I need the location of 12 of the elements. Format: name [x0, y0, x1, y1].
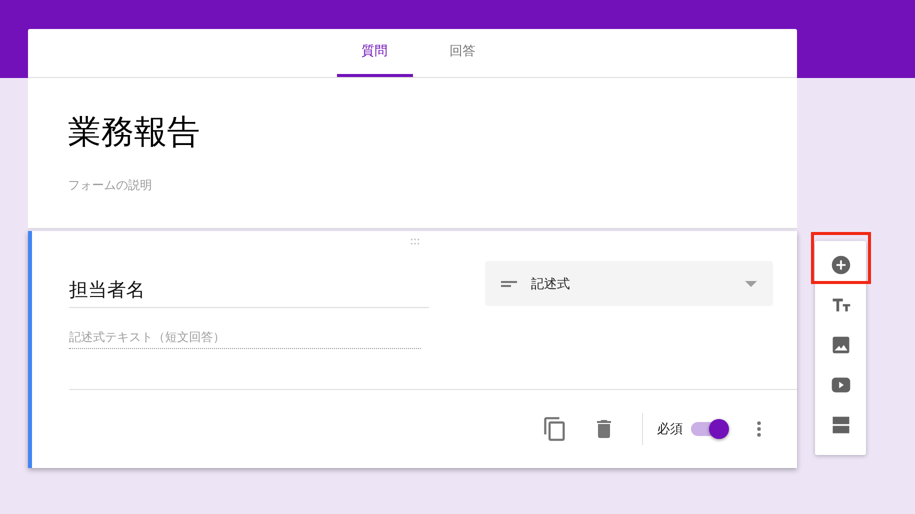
tab[interactable]: 回答: [436, 29, 488, 77]
dropdown-caret-icon: [745, 280, 757, 286]
type-dropdown[interactable]: 記述式: [485, 261, 773, 306]
form-title: 業務報告: [68, 111, 200, 153]
short-text-icon: [501, 280, 517, 286]
required-label: 必須: [657, 421, 683, 438]
tab[interactable]: 質問: [336, 29, 412, 77]
question-title[interactable]: 担当者名: [69, 261, 429, 308]
answer-field[interactable]: 記述式テキスト（短文回答）: [69, 328, 421, 349]
required-toggle[interactable]: [691, 422, 727, 436]
copy-icon[interactable]: [542, 416, 568, 442]
add-circle-icon[interactable]: [830, 254, 852, 276]
